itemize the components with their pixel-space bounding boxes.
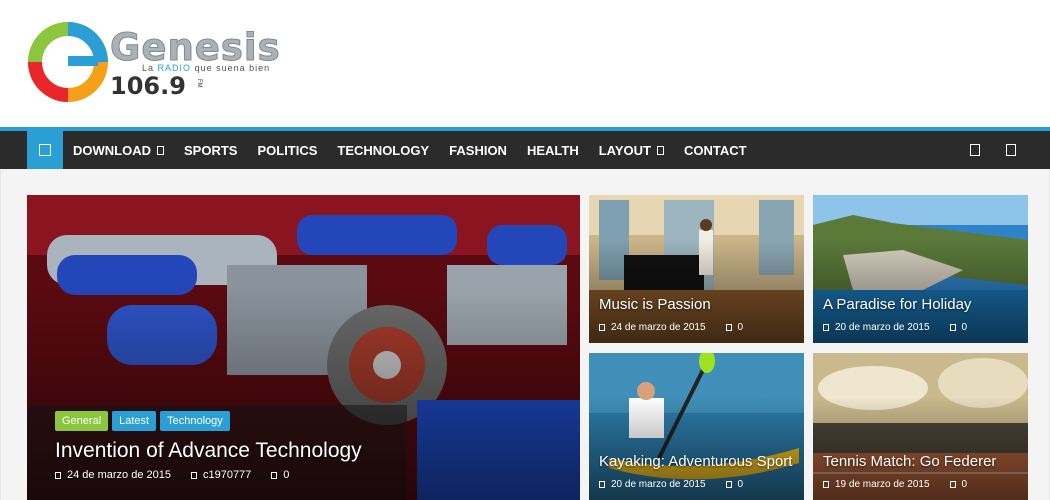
post-date: 20 de marzo de 2015 xyxy=(611,479,706,490)
nav-item-label: TECHNOLOGY xyxy=(337,142,430,158)
post-date: 19 de marzo de 2015 xyxy=(835,479,930,490)
random-icon[interactable] xyxy=(970,144,980,156)
nav-home-button[interactable] xyxy=(27,131,63,169)
clock-icon xyxy=(823,324,829,331)
post-card[interactable]: Tennis Match: Go Federer 19 de marzo de … xyxy=(813,353,1028,500)
featured-title[interactable]: Invention of Advance Technology xyxy=(55,439,362,463)
post-comments[interactable]: 0 xyxy=(283,469,289,481)
nav-item-label: POLITICS xyxy=(257,142,318,158)
comment-icon xyxy=(725,324,732,331)
featured-post[interactable]: General Latest Technology Invention of A… xyxy=(27,195,580,500)
post-comments[interactable]: 0 xyxy=(738,479,744,490)
nav-item-label: CONTACT xyxy=(683,142,747,158)
post-comments[interactable]: 0 xyxy=(962,322,968,333)
image-overlay xyxy=(27,286,580,500)
logo-mark-icon xyxy=(28,22,108,102)
clock-icon xyxy=(823,481,829,488)
post-comments[interactable]: 0 xyxy=(738,322,744,333)
post-title[interactable]: Kayaking: Adventurous Sport xyxy=(599,453,792,470)
post-title[interactable]: Music is Passion xyxy=(599,296,711,313)
post-title[interactable]: A Paradise for Holiday xyxy=(823,296,971,313)
nav-items: DOWNLOAD SPORTS POLITICS TECHNOLOGY FASH… xyxy=(63,131,757,169)
post-meta: 19 de marzo de 2015 0 xyxy=(823,479,967,490)
nav-item-download[interactable]: DOWNLOAD xyxy=(63,131,174,169)
nav-item-contact[interactable]: CONTACT xyxy=(674,131,757,169)
nav-item-label: SPORTS xyxy=(184,142,238,158)
nav-item-technology[interactable]: TECHNOLOGY xyxy=(327,131,439,169)
clock-icon xyxy=(599,324,605,331)
nav-item-label: FASHION xyxy=(449,142,507,158)
post-meta: 20 de marzo de 2015 0 xyxy=(599,479,743,490)
tag-technology[interactable]: Technology xyxy=(160,411,230,431)
chevron-down-icon xyxy=(157,145,164,155)
nav-item-layout[interactable]: LAYOUT xyxy=(589,131,674,169)
tag-latest[interactable]: Latest xyxy=(112,411,157,431)
featured-tags: General Latest Technology xyxy=(55,411,230,431)
post-meta: 24 de marzo de 2015 0 xyxy=(599,322,743,333)
main-nav: DOWNLOAD SPORTS POLITICS TECHNOLOGY FASH… xyxy=(0,127,1050,169)
nav-utilities xyxy=(970,131,1016,169)
search-icon[interactable] xyxy=(1006,144,1016,156)
post-date: 24 de marzo de 2015 xyxy=(67,469,171,481)
comment-icon xyxy=(949,481,956,488)
user-icon xyxy=(190,471,197,479)
nav-item-label: DOWNLOAD xyxy=(73,142,151,158)
site-logo[interactable]: Genesis La RADIO que suena bien 106.9 FM xyxy=(28,20,308,104)
clock-icon xyxy=(55,471,61,479)
post-date: 24 de marzo de 2015 xyxy=(611,322,706,333)
nav-item-health[interactable]: HEALTH xyxy=(517,131,589,169)
post-comments[interactable]: 0 xyxy=(962,479,968,490)
tag-general[interactable]: General xyxy=(55,411,109,431)
nav-item-fashion[interactable]: FASHION xyxy=(439,131,517,169)
site-header: Genesis La RADIO que suena bien 106.9 FM xyxy=(0,0,1050,127)
post-title[interactable]: Tennis Match: Go Federer xyxy=(823,453,996,470)
comment-icon xyxy=(949,324,956,331)
clock-icon xyxy=(599,481,605,488)
featured-meta: 24 de marzo de 2015 c1970777 0 xyxy=(55,469,289,481)
logo-frequency: 106.9 xyxy=(110,72,186,100)
comment-icon xyxy=(725,481,732,488)
nav-item-politics[interactable]: POLITICS xyxy=(247,131,327,169)
post-card[interactable]: A Paradise for Holiday 20 de marzo de 20… xyxy=(813,195,1028,343)
post-author[interactable]: c1970777 xyxy=(203,469,251,481)
nav-item-label: LAYOUT xyxy=(598,142,651,158)
post-meta: 20 de marzo de 2015 0 xyxy=(823,322,967,333)
post-card[interactable]: Music is Passion 24 de marzo de 2015 0 xyxy=(589,195,804,343)
post-date: 20 de marzo de 2015 xyxy=(835,322,930,333)
tagline-suffix: que suena bien xyxy=(194,63,271,73)
comment-icon xyxy=(271,471,278,479)
nav-item-label: HEALTH xyxy=(526,142,579,158)
home-icon xyxy=(39,144,51,156)
chevron-down-icon xyxy=(656,145,664,155)
logo-band: FM xyxy=(196,79,202,88)
post-card[interactable]: Kayaking: Adventurous Sport 20 de marzo … xyxy=(589,353,804,500)
nav-item-sports[interactable]: SPORTS xyxy=(174,131,247,169)
